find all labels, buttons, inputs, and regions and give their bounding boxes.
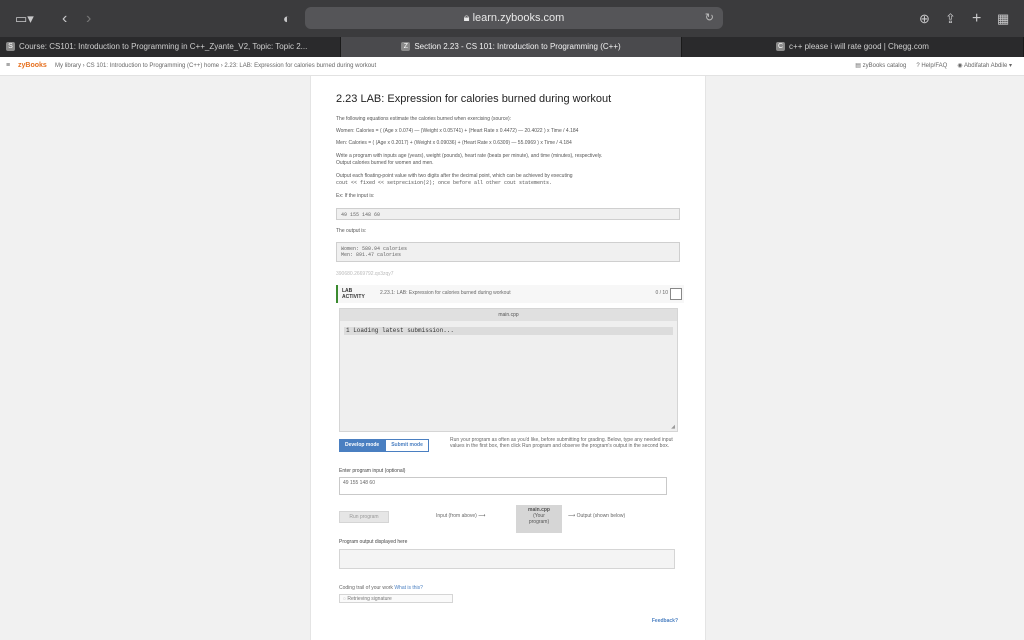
code-id: 390680.2669792.qx3zqy7 [336, 271, 394, 277]
tab-course[interactable]: S Course: CS101: Introduction to Programm… [0, 37, 341, 57]
lab-header: LAB ACTIVITY 2.23.1: LAB: Expression for … [336, 285, 684, 303]
privacy-shield-icon[interactable]: ◐ [283, 0, 291, 37]
feedback-link[interactable]: Feedback? [652, 618, 678, 624]
tab-title: Section 2.23 - CS 101: Introduction to P… [414, 42, 621, 51]
user-icon: ◉ [957, 63, 963, 69]
code-editor[interactable]: main.cpp 1 Loading latest submission... … [339, 308, 678, 432]
zybooks-logo[interactable]: zyBooks [18, 57, 47, 75]
tab-favicon: C [776, 42, 786, 52]
catalog-icon: ▤ [855, 63, 861, 69]
section-card: 2.23 LAB: Expression for calories burned… [310, 76, 706, 640]
breadcrumb[interactable]: My library › CS 101: Introduction to Pro… [55, 57, 376, 75]
download-icon[interactable]: ⊕ [919, 0, 930, 37]
resize-handle-icon[interactable]: ◢ [671, 424, 675, 430]
submit-mode-button[interactable]: Submit mode [385, 439, 429, 452]
example-output-label: The output is: [336, 228, 367, 234]
men-equation: Men: Calories = ( (Age x 0.2017) + (Weig… [336, 140, 572, 146]
tab-title: Course: CS101: Introduction to Programmi… [19, 42, 308, 51]
task-text-1: Write a program with inputs age (years),… [336, 153, 603, 159]
example-input-box: 49 155 148 60 [336, 208, 680, 220]
arrow-right-icon: ⟶ [478, 513, 486, 519]
menu-icon[interactable]: ≡ [6, 57, 10, 75]
help-link[interactable]: ? Help/FAQ [916, 57, 947, 75]
address-bar[interactable]: 🔒︎ learn.zybooks.com ↻ [305, 7, 723, 29]
task-text-2: Output calories burned for women and men… [336, 160, 434, 166]
tab-title: c++ please i will rate good | Chegg.com [789, 42, 929, 51]
sidebar-icon[interactable]: ▭▾ [15, 0, 34, 37]
lock-icon: 🔒︎ [463, 12, 470, 24]
share-icon[interactable]: ⇪ [945, 0, 956, 37]
run-program-button[interactable]: Run program [339, 511, 389, 523]
mode-description: Run your program as often as you'd like,… [450, 437, 673, 449]
tab-zybooks[interactable]: Z Section 2.23 - CS 101: Introduction to … [341, 37, 682, 57]
back-icon[interactable]: ‹ [62, 0, 67, 37]
what-is-this-link[interactable]: What is this? [394, 585, 423, 591]
lab-tag: LAB ACTIVITY [342, 288, 365, 300]
completion-checkbox [670, 288, 682, 300]
flow-output-label: ⟶ Output (shown below) [568, 513, 626, 519]
file-tab[interactable]: main.cpp [340, 309, 677, 321]
spinner-icon: ◌ [343, 596, 346, 602]
develop-mode-button[interactable]: Develop mode [339, 439, 386, 452]
task-text-3: Output each floating-point value with tw… [336, 173, 573, 179]
flow-main-box: main.cpp (Your program) [516, 505, 562, 533]
catalog-link[interactable]: ▤ zyBooks catalog [855, 57, 906, 75]
flow-input-label: Input (from above) ⟶ [436, 513, 486, 519]
browser-toolbar: ▭▾ ‹ › ◐ 🔒︎ learn.zybooks.com ↻ ⊕ ⇪ + ▦ [0, 0, 1024, 37]
help-icon: ? [916, 63, 920, 69]
input-label: Enter program input (optional) [339, 468, 406, 474]
lab-score: 0 / 10 [655, 290, 668, 296]
example-input-label: Ex: If the input is: [336, 193, 375, 199]
forward-icon[interactable]: › [86, 0, 91, 37]
women-equation: Women: Calories = ( (Age x 0.074) — (Wei… [336, 128, 579, 134]
program-input-field[interactable]: 49 155 148 60 [339, 477, 667, 495]
program-output-box [339, 549, 675, 569]
zybooks-header: ≡ zyBooks My library › CS 101: Introduct… [0, 57, 1024, 76]
reload-icon[interactable]: ↻ [705, 7, 714, 29]
new-tab-icon[interactable]: + [972, 0, 981, 37]
task-text-4: cout << fixed << setprecision(2); once b… [336, 180, 553, 186]
example-output-line: Men: 891.47 calories [341, 252, 402, 258]
signature-status: ◌ Retrieving signature [339, 594, 453, 603]
tab-favicon: Z [401, 42, 411, 52]
lab-name: 2.23.1: LAB: Expression for calories bur… [380, 290, 511, 296]
code-line[interactable]: 1 Loading latest submission... [344, 327, 673, 335]
coding-trail: Coding trail of your work What is this? [339, 585, 423, 591]
arrow-right-icon: ⟶ [568, 513, 576, 519]
tab-favicon: S [6, 42, 15, 52]
address-text: learn.zybooks.com [472, 12, 565, 24]
user-menu[interactable]: ◉ Abdifatah Abdile ▾ [957, 57, 1012, 75]
tab-overview-icon[interactable]: ▦ [997, 0, 1009, 37]
tab-chegg[interactable]: Cc++ please i will rate good | Chegg.com [682, 37, 1024, 57]
tab-bar: S Course: CS101: Introduction to Programm… [0, 37, 1024, 57]
example-output-box: Women: 580.94 calories Men: 891.47 calor… [336, 242, 680, 262]
intro-text: The following equations estimate the cal… [336, 116, 512, 122]
output-label: Program output displayed here [339, 539, 408, 545]
page-title: 2.23 LAB: Expression for calories burned… [336, 93, 612, 105]
mode-toggle: Develop mode Submit mode [339, 439, 429, 452]
example-input: 49 155 148 60 [341, 212, 381, 218]
